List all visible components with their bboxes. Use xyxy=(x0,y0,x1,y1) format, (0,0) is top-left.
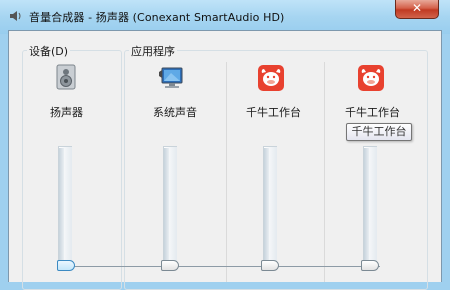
channel-label-qianniu-2: 千牛工作台 xyxy=(345,106,400,119)
volume-slider-thumb[interactable] xyxy=(361,260,379,271)
system-sounds-icon[interactable] xyxy=(158,64,186,92)
window-title: 音量合成器 - 扬声器 (Conexant SmartAudio HD) xyxy=(29,11,285,24)
close-button[interactable]: ✕ xyxy=(395,0,439,19)
channel-label-speaker: 扬声器 xyxy=(50,106,83,119)
volume-slider-track[interactable] xyxy=(263,146,277,266)
volume-slider-track[interactable] xyxy=(363,146,377,266)
channel-label-system: 系统声音 xyxy=(153,106,197,119)
volume-slider-track[interactable] xyxy=(58,146,72,266)
device-group-label: 设备(D) xyxy=(27,43,71,59)
tooltip: 千牛工作台 xyxy=(346,123,412,141)
volume-slider-thumb[interactable] xyxy=(161,260,179,271)
volume-track-fill xyxy=(364,148,369,266)
speaker-icon[interactable] xyxy=(52,63,80,91)
volume-slider-thumb[interactable] xyxy=(261,260,279,271)
volume-track-fill xyxy=(59,148,64,266)
volume-track-fill xyxy=(264,148,269,266)
apps-group-label: 应用程序 xyxy=(129,43,177,59)
slider-baseline xyxy=(70,266,380,267)
volume-icon xyxy=(10,11,21,21)
column-divider xyxy=(226,62,227,282)
column-divider xyxy=(324,62,325,282)
qianniu-icon[interactable] xyxy=(257,64,285,92)
qianniu-icon[interactable] xyxy=(357,64,385,92)
volume-slider-track[interactable] xyxy=(163,146,177,266)
volume-track-fill xyxy=(164,148,169,266)
volume-slider-thumb[interactable] xyxy=(57,260,75,271)
title-bar: 音量合成器 - 扬声器 (Conexant SmartAudio HD) ✕ xyxy=(0,0,450,34)
channel-label-qianniu-1: 千牛工作台 xyxy=(246,106,301,119)
